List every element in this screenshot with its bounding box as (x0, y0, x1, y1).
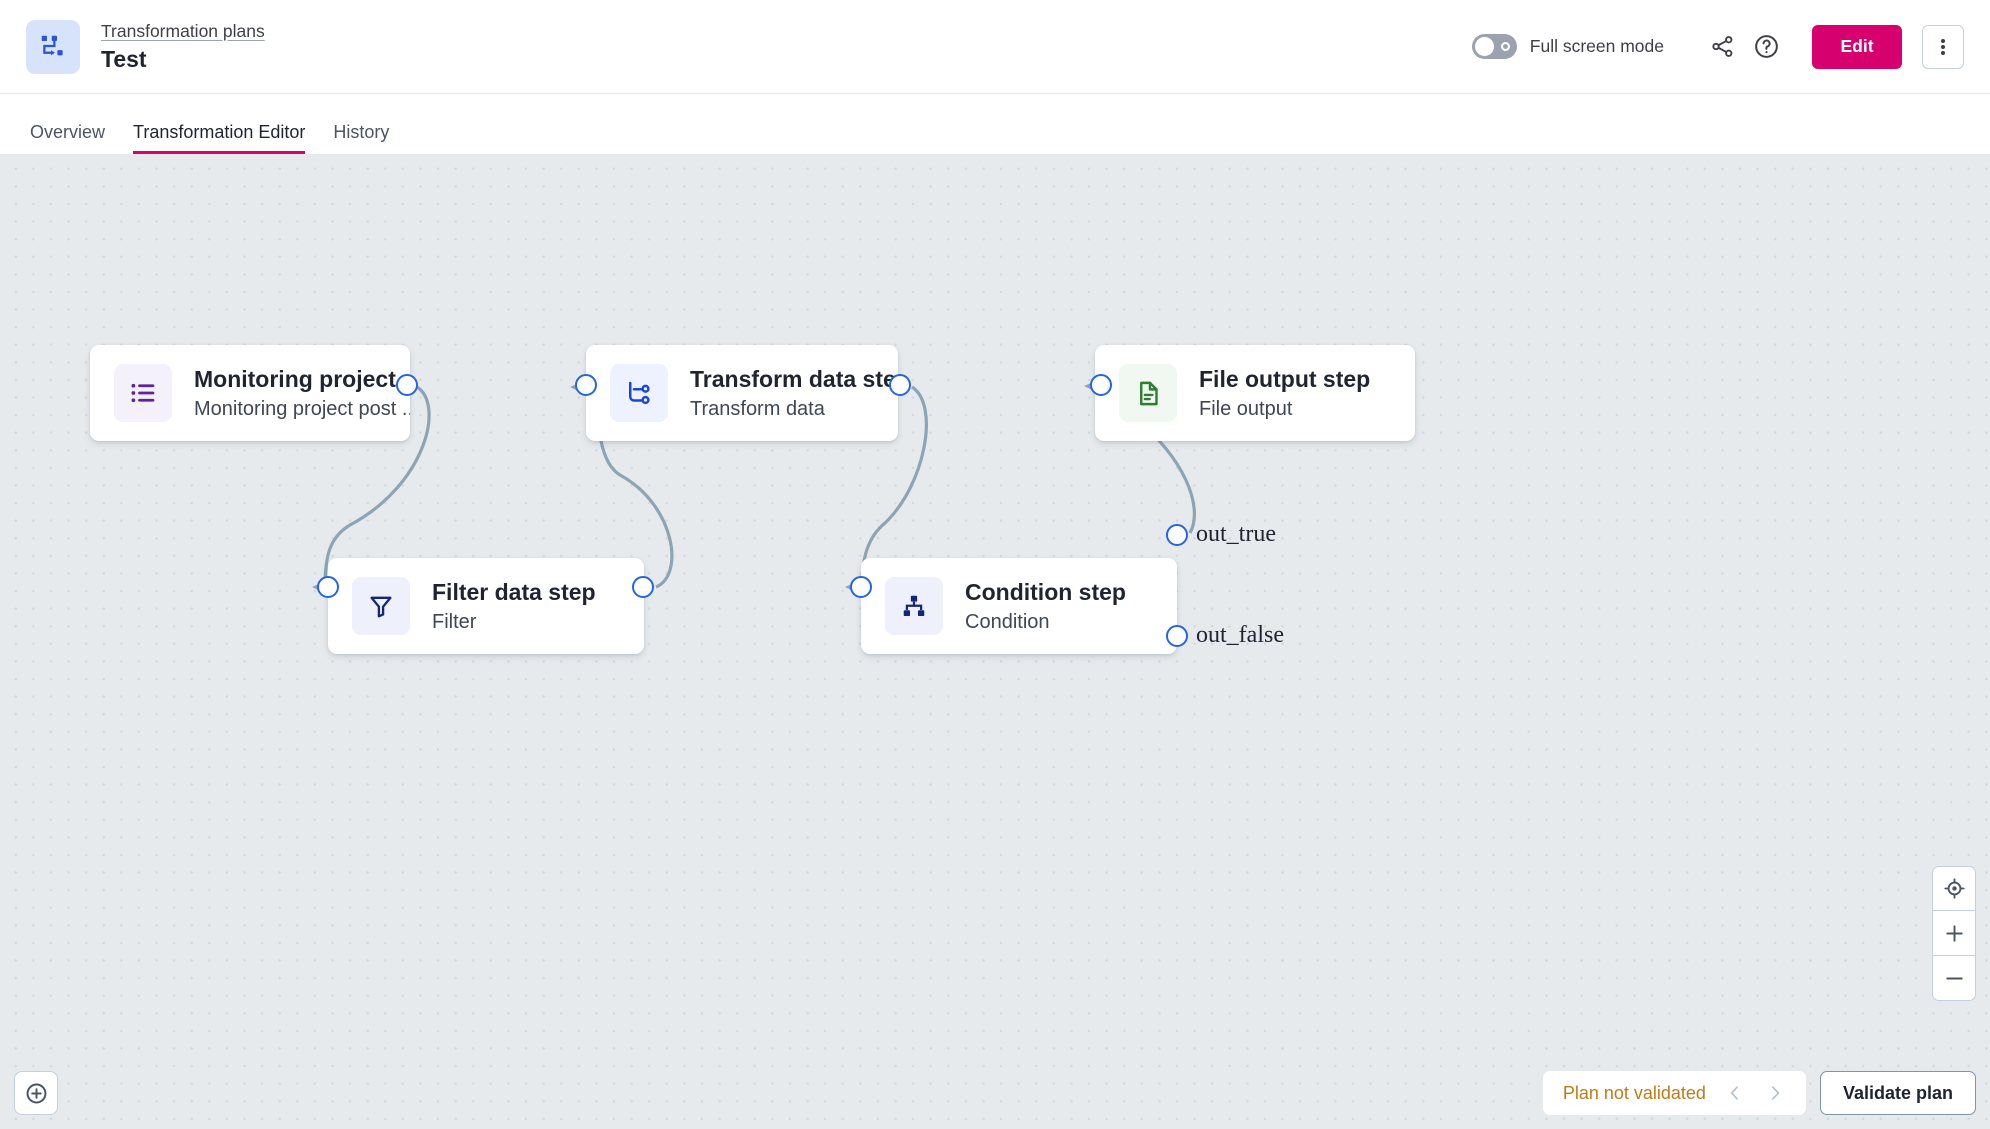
edit-button[interactable]: Edit (1812, 25, 1902, 69)
node-title: Filter data step (432, 577, 596, 607)
node-title: Condition step (965, 577, 1126, 607)
node-text-group: Transform data step Transform data (690, 364, 898, 423)
handle-fileoutput-input[interactable] (1090, 374, 1112, 396)
fit-view-target-icon[interactable] (1932, 866, 1976, 911)
node-title: Monitoring project ... (194, 364, 410, 394)
handle-transform-output[interactable] (889, 374, 911, 396)
handle-filter-output[interactable] (632, 576, 654, 598)
toggle-off-ring (1501, 42, 1510, 51)
node-transform-data[interactable]: Transform data step Transform data (586, 345, 898, 441)
node-text-group: Monitoring project ... Monitoring projec… (194, 364, 410, 423)
node-monitoring-project[interactable]: Monitoring project ... Monitoring projec… (90, 345, 410, 441)
help-circle-icon[interactable] (1744, 25, 1788, 69)
node-text-group: Filter data step Filter (432, 577, 596, 636)
hierarchy-icon (885, 577, 943, 635)
zoom-out-minus-icon[interactable] (1932, 956, 1976, 1001)
handle-transform-input[interactable] (575, 374, 597, 396)
port-label-out-false: out_false (1196, 622, 1284, 649)
share-icon[interactable] (1700, 25, 1744, 69)
header-actions: Full screen mode Edit (1472, 25, 1990, 69)
tab-history[interactable]: History (319, 121, 403, 154)
node-text-group: Condition step Condition (965, 577, 1126, 636)
node-subtitle: Condition (965, 608, 1126, 636)
toggle-knob (1475, 37, 1494, 56)
kebab-menu-icon[interactable] (1922, 25, 1964, 69)
validate-plan-button[interactable]: Validate plan (1820, 1071, 1976, 1115)
validation-status-pill: Plan not validated (1543, 1071, 1806, 1115)
map-controls (1932, 866, 1976, 1001)
transform-branch-icon (610, 364, 668, 422)
handle-filter-input[interactable] (317, 576, 339, 598)
zoom-in-plus-icon[interactable] (1932, 911, 1976, 956)
kebab-dot (1941, 45, 1945, 49)
page-title: Test (101, 44, 265, 74)
node-subtitle: Transform data (690, 395, 898, 423)
list-bullet-icon (114, 364, 172, 422)
tab-transformation-editor[interactable]: Transformation Editor (119, 121, 319, 154)
tab-bar: Overview Transformation Editor History (0, 93, 1990, 155)
tab-overview[interactable]: Overview (16, 121, 119, 154)
node-text-group: File output step File output (1199, 364, 1370, 423)
kebab-dot (1941, 39, 1945, 43)
file-document-icon (1119, 364, 1177, 422)
fullscreen-label: Full screen mode (1530, 36, 1664, 57)
node-condition[interactable]: Condition step Condition (861, 558, 1177, 654)
fullscreen-toggle[interactable] (1472, 34, 1517, 59)
handle-monitoring-output[interactable] (396, 374, 418, 396)
port-label-out-true: out_true (1196, 521, 1276, 548)
node-title: File output step (1199, 364, 1370, 394)
node-subtitle: Monitoring project post ... (194, 395, 410, 423)
breadcrumb[interactable]: Transformation plans (101, 20, 265, 42)
handle-condition-out-true[interactable] (1166, 524, 1188, 546)
kebab-dot (1941, 51, 1945, 55)
chevron-left-icon[interactable] (1718, 1076, 1752, 1110)
validation-bar: Plan not validated Validate plan (1543, 1071, 1976, 1115)
node-title: Transform data step (690, 364, 898, 394)
handle-condition-out-false[interactable] (1166, 625, 1188, 647)
flow-canvas[interactable]: Monitoring project ... Monitoring projec… (0, 155, 1990, 1129)
status-badge: Plan not validated (1563, 1083, 1706, 1104)
node-file-output[interactable]: File output step File output (1095, 345, 1415, 441)
node-subtitle: File output (1199, 395, 1370, 423)
transformation-plan-icon (26, 20, 80, 74)
header-left-group: Transformation plans Test (0, 20, 265, 74)
app-header: Transformation plans Test Full screen mo… (0, 0, 1990, 93)
chevron-right-icon[interactable] (1758, 1076, 1792, 1110)
node-subtitle: Filter (432, 608, 596, 636)
handle-condition-input[interactable] (850, 576, 872, 598)
header-title-group: Transformation plans Test (101, 20, 265, 74)
fullscreen-mode-control[interactable]: Full screen mode (1472, 34, 1664, 59)
add-circle-icon[interactable] (14, 1071, 58, 1115)
node-filter-data[interactable]: Filter data step Filter (328, 558, 644, 654)
filter-funnel-icon (352, 577, 410, 635)
